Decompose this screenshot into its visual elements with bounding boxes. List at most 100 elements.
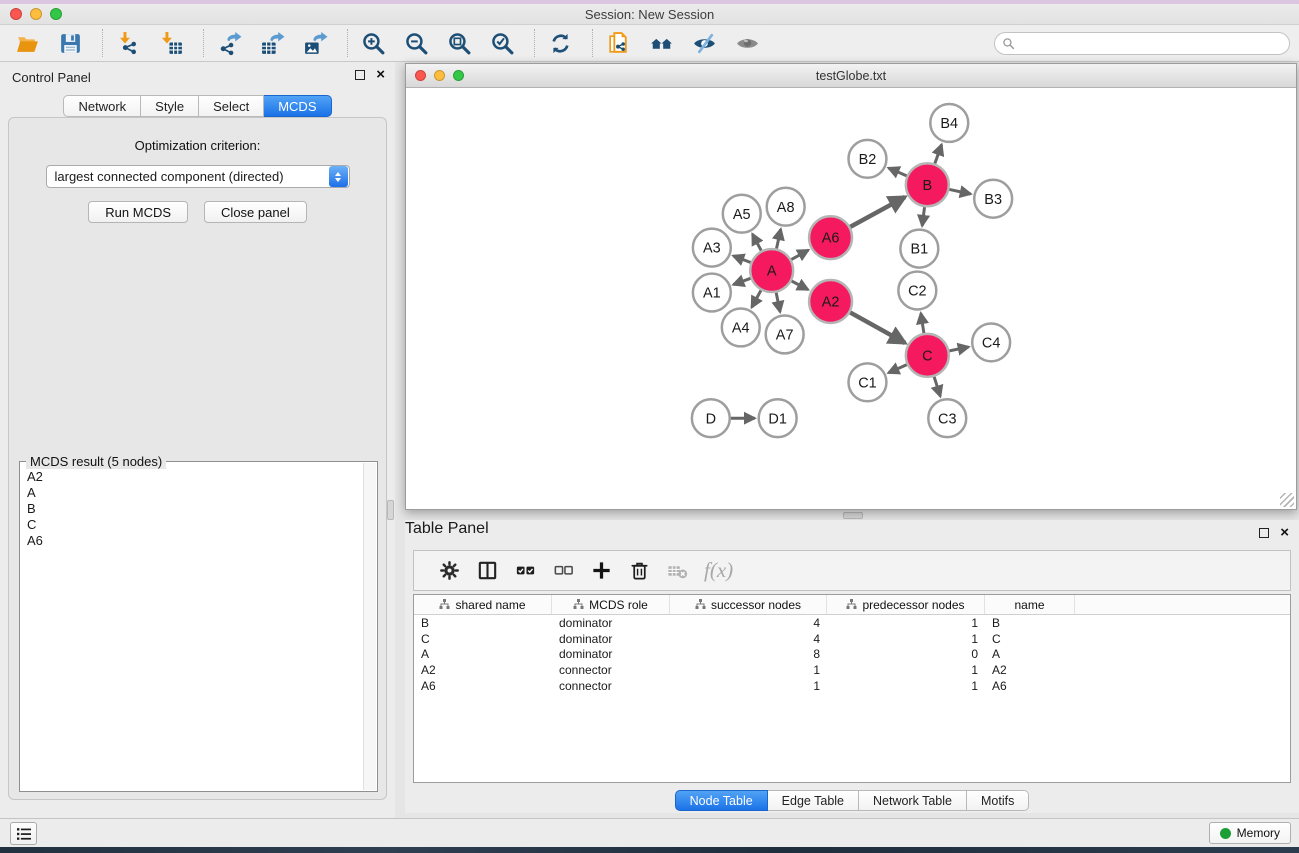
table-row[interactable]: A2connector11A2 xyxy=(414,662,1290,678)
zoom-out-icon[interactable] xyxy=(401,28,431,58)
close-panel-button[interactable]: Close panel xyxy=(204,201,307,223)
table-cell: 1 xyxy=(827,616,985,630)
graph-edge-C-C3[interactable] xyxy=(934,377,940,397)
select-all-checkboxes-icon[interactable] xyxy=(508,556,542,586)
clone-network-icon[interactable] xyxy=(603,28,633,58)
hide-panels-icon[interactable] xyxy=(689,28,719,58)
tab-node-table[interactable]: Node Table xyxy=(675,790,768,811)
tab-network-table[interactable]: Network Table xyxy=(859,790,967,811)
graph-edge-A-A8[interactable] xyxy=(776,229,780,249)
dropdown-stepper-icon xyxy=(329,166,348,187)
tab-edge-table[interactable]: Edge Table xyxy=(768,790,859,811)
close-table-panel-icon[interactable]: × xyxy=(1280,528,1289,538)
graph-edge-C-C2[interactable] xyxy=(921,313,924,333)
zoom-selected-icon[interactable] xyxy=(487,28,517,58)
horizontal-split-handle[interactable] xyxy=(843,512,863,519)
open-folder-icon[interactable] xyxy=(12,28,42,58)
tab-motifs[interactable]: Motifs xyxy=(967,790,1029,811)
vertical-split-handle[interactable] xyxy=(387,500,394,520)
mcds-result-item[interactable]: B xyxy=(27,501,362,517)
close-window-button[interactable] xyxy=(10,8,22,20)
column-header-predecessor-nodes[interactable]: predecessor nodes xyxy=(827,595,985,614)
zoom-in-icon[interactable] xyxy=(358,28,388,58)
graph-edge-A-A6[interactable] xyxy=(791,250,808,260)
main-toolbar xyxy=(0,25,1299,62)
delete-column-trash-icon[interactable] xyxy=(622,556,656,586)
mcds-result-item[interactable]: C xyxy=(27,517,362,533)
tab-style[interactable]: Style xyxy=(141,95,199,117)
table-cell: A6 xyxy=(985,679,1075,693)
optimization-criterion-dropdown[interactable]: largest connected component (directed) xyxy=(46,165,350,188)
graph-edge-C-C1[interactable] xyxy=(888,365,906,373)
graph-edge-B-B1[interactable] xyxy=(922,207,924,226)
graph-node-label: A7 xyxy=(776,327,794,343)
add-column-icon[interactable] xyxy=(584,556,618,586)
float-table-panel-icon[interactable] xyxy=(1259,528,1269,538)
tab-select[interactable]: Select xyxy=(199,95,264,117)
task-history-button[interactable] xyxy=(10,822,37,845)
mcds-result-item[interactable]: A6 xyxy=(27,533,362,549)
graph-edge-A-A5[interactable] xyxy=(752,234,761,251)
refresh-layout-icon[interactable] xyxy=(545,28,575,58)
graph-edge-A-A4[interactable] xyxy=(752,290,761,307)
export-network-icon[interactable] xyxy=(214,28,244,58)
table-row[interactable]: A6connector11A6 xyxy=(414,678,1290,694)
graph-edge-A6-B[interactable] xyxy=(850,197,905,227)
network-canvas[interactable]: B4B2BB3A5A8A6B1A3AA1C2A2A4A7CC4C1C3DD1 xyxy=(406,89,1296,509)
memory-button[interactable]: Memory xyxy=(1209,822,1291,844)
graph-edge-C-C4[interactable] xyxy=(949,347,968,351)
table-settings-gear-icon[interactable] xyxy=(432,556,466,586)
search-input[interactable] xyxy=(1015,34,1289,52)
table-cell: A xyxy=(414,647,552,661)
show-all-panels-icon[interactable] xyxy=(646,28,676,58)
graph-edge-A2-C[interactable] xyxy=(850,312,905,343)
graph-node-label: B2 xyxy=(859,152,877,168)
close-panel-icon[interactable]: × xyxy=(376,70,385,80)
network-view-window: testGlobe.txt B4B2BB3A5A8A6B1A3AA1C2A2A4… xyxy=(405,63,1297,510)
mcds-result-list[interactable]: A2ABCA6 xyxy=(21,463,362,790)
mcds-result-item[interactable]: A2 xyxy=(27,469,362,485)
zoom-window-button[interactable] xyxy=(50,8,62,20)
import-network-icon[interactable] xyxy=(113,28,143,58)
column-header-name[interactable]: name xyxy=(985,595,1075,614)
zoom-fit-icon[interactable] xyxy=(444,28,474,58)
graph-edge-A-A2[interactable] xyxy=(792,281,808,290)
column-header-successor-nodes[interactable]: successor nodes xyxy=(670,595,827,614)
window-resize-grip[interactable] xyxy=(1280,493,1294,507)
save-session-icon[interactable] xyxy=(55,28,85,58)
column-header-MCDS-role[interactable]: MCDS role xyxy=(552,595,670,614)
network-window-titlebar[interactable]: testGlobe.txt xyxy=(406,64,1296,88)
graph-node-label: A1 xyxy=(703,286,721,302)
column-view-icon[interactable] xyxy=(470,556,504,586)
graph-edge-B-B2[interactable] xyxy=(889,168,907,176)
toolbar-separator xyxy=(347,29,348,57)
result-scrollbar[interactable] xyxy=(363,463,376,790)
graph-edge-A-A7[interactable] xyxy=(776,293,780,312)
table-cell: 4 xyxy=(670,616,827,630)
run-mcds-button[interactable]: Run MCDS xyxy=(88,201,188,223)
table-row[interactable]: Cdominator41C xyxy=(414,631,1290,647)
list-icon xyxy=(16,827,32,841)
deselect-all-checkboxes-icon[interactable] xyxy=(546,556,580,586)
graph-edge-B-B3[interactable] xyxy=(949,189,970,194)
table-row[interactable]: Adominator80A xyxy=(414,647,1290,663)
float-panel-icon[interactable] xyxy=(355,70,365,80)
table-cell: dominator xyxy=(552,647,670,661)
table-cell: 1 xyxy=(827,679,985,693)
column-header-shared-name[interactable]: shared name xyxy=(414,595,552,614)
mcds-result-item[interactable]: A xyxy=(27,485,362,501)
birdseye-eye-icon[interactable] xyxy=(732,28,762,58)
delete-table-icon[interactable] xyxy=(660,556,694,586)
graph-edge-A-A1[interactable] xyxy=(733,278,750,284)
graph-edge-B-B4[interactable] xyxy=(935,145,942,164)
function-builder-icon[interactable]: f(x) xyxy=(704,558,733,583)
tab-mcds[interactable]: MCDS xyxy=(264,95,331,117)
import-table-icon[interactable] xyxy=(156,28,186,58)
minimize-window-button[interactable] xyxy=(30,8,42,20)
export-table-icon[interactable] xyxy=(257,28,287,58)
export-image-icon[interactable] xyxy=(300,28,330,58)
graph-edge-A-A3[interactable] xyxy=(733,256,750,263)
table-row[interactable]: Bdominator41B xyxy=(414,615,1290,631)
tab-network[interactable]: Network xyxy=(63,95,141,117)
table-cell: 0 xyxy=(827,647,985,661)
